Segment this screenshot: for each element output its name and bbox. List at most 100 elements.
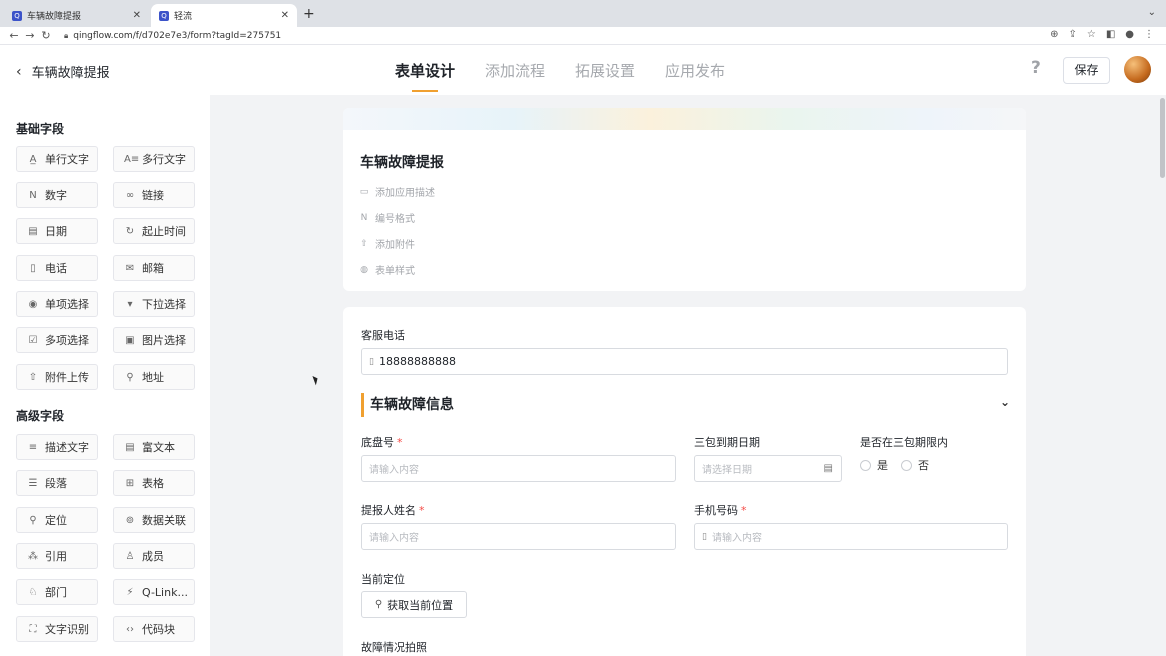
number-format-link[interactable]: N 编号格式 <box>359 210 415 226</box>
app-header: ‹ 车辆故障提报 表单设计 添加流程 拓展设置 应用发布 ? 保存 <box>0 45 1166 95</box>
form-title[interactable]: 车辆故障提报 <box>360 152 444 172</box>
field-email[interactable]: ✉ 邮箱 <box>113 255 195 281</box>
field-attachment[interactable]: ⇧ 附件上传 <box>16 364 98 390</box>
rich-text-icon: ▤ <box>125 441 135 453</box>
zoom-icon[interactable]: ⊕ <box>1050 29 1058 40</box>
field-multi-line-text[interactable]: A≡ 多行文字 <box>113 146 195 172</box>
url-field[interactable]: 🔒︎ qingflow.com/f/d702e7e3/form?tagId=27… <box>64 31 281 41</box>
scrollbar-thumb[interactable] <box>1160 98 1165 178</box>
tab-search-chevron-icon[interactable]: ⌄ <box>1148 7 1156 18</box>
mouse-cursor-icon <box>312 374 320 386</box>
browser-menu-icon[interactable]: ⋮ <box>1144 29 1154 40</box>
get-location-button[interactable]: ⚲ 获取当前位置 <box>361 591 467 618</box>
field-image-select[interactable]: ▣ 图片选择 <box>113 327 195 353</box>
bookmark-star-icon[interactable]: ☆ <box>1087 29 1096 40</box>
phone-input[interactable]: ▯ 请输入内容 <box>694 523 1008 550</box>
field-rich-text[interactable]: ▤ 富文本 <box>113 434 195 460</box>
browser-tab-strip: Q 车辆故障提报 ✕ Q 轻流 ✕ + ⌄ <box>0 0 1166 27</box>
field-label: 单行文字 <box>45 153 89 166</box>
single-line-text-icon: A̲ <box>29 153 37 165</box>
new-tab-icon[interactable]: + <box>303 6 315 22</box>
field-time-range[interactable]: ↻ 起止时间 <box>113 218 195 244</box>
field-table[interactable]: ⊞ 表格 <box>113 470 195 496</box>
field-date[interactable]: ▤ 日期 <box>16 218 98 244</box>
forward-arrow-icon[interactable]: → <box>22 29 38 42</box>
back-arrow-icon[interactable]: ← <box>6 29 22 42</box>
reporter-label-text: 提报人姓名 <box>361 504 416 517</box>
reporter-input[interactable]: 请输入内容 <box>361 523 676 550</box>
sidebar-panel-icon[interactable]: ◧ <box>1106 29 1115 40</box>
radio-yes[interactable]: 是 <box>860 457 888 473</box>
field-dropdown[interactable]: ▾ 下拉选择 <box>113 291 195 317</box>
radio-yes-label: 是 <box>877 459 888 472</box>
profile-icon[interactable]: ● <box>1125 29 1134 40</box>
add-attachment-link[interactable]: ⇧ 添加附件 <box>359 236 415 252</box>
required-mark: * <box>397 436 403 449</box>
get-location-label: 获取当前位置 <box>387 599 454 612</box>
required-mark: * <box>741 504 747 517</box>
back-to-app-link[interactable]: ‹ 车辆故障提报 <box>16 62 110 82</box>
field-q-link[interactable]: ⚡ Q-Link... <box>113 579 195 605</box>
field-single-line-text[interactable]: A̲ 单行文字 <box>16 146 98 172</box>
date-icon: ▤ <box>28 225 38 237</box>
field-link[interactable]: ∞ 链接 <box>113 182 195 208</box>
tab-app-publish[interactable]: 应用发布 <box>665 60 725 92</box>
field-label: 附件上传 <box>45 371 89 384</box>
field-location[interactable]: ⚲ 定位 <box>16 507 98 533</box>
field-label: 表格 <box>142 477 164 490</box>
field-single-choice[interactable]: ◉ 单项选择 <box>16 291 98 317</box>
field-member[interactable]: ♙ 成员 <box>113 543 195 569</box>
tab-form-design[interactable]: 表单设计 <box>395 60 455 92</box>
tab-add-workflow[interactable]: 添加流程 <box>485 60 545 92</box>
form-style-link[interactable]: ◍ 表单样式 <box>359 262 415 278</box>
upload-icon: ⇧ <box>28 371 38 383</box>
chassis-input[interactable]: 请输入内容 <box>361 455 676 482</box>
page-scrollbar[interactable] <box>1159 95 1166 656</box>
radio-no[interactable]: 否 <box>901 457 929 473</box>
add-description-label: 添加应用描述 <box>375 188 435 199</box>
service-phone-field[interactable]: ▯ 18888888888 <box>361 348 1008 375</box>
field-ocr[interactable]: ⛶ 文字识别 <box>16 616 98 642</box>
close-tab-icon[interactable]: ✕ <box>133 10 141 21</box>
reload-icon[interactable]: ↻ <box>38 29 54 42</box>
share-icon[interactable]: ⇪ <box>1068 29 1076 40</box>
browser-tab-active[interactable]: Q 轻流 ✕ <box>151 4 297 27</box>
field-label: 多行文字 <box>142 153 186 166</box>
field-department[interactable]: ♘ 部门 <box>16 579 98 605</box>
add-attachment-label: 添加附件 <box>375 240 415 251</box>
field-paragraph[interactable]: ☰ 段落 <box>16 470 98 496</box>
avatar[interactable] <box>1124 56 1151 83</box>
help-icon[interactable]: ? <box>1031 58 1041 78</box>
field-data-link[interactable]: ⊚ 数据关联 <box>113 507 195 533</box>
description-icon: ≡ <box>28 441 38 453</box>
table-icon: ⊞ <box>125 477 135 489</box>
section-title: 车辆故障信息 <box>361 393 454 417</box>
chassis-label-text: 底盘号 <box>361 436 394 449</box>
photo-label: 故障情况拍照 <box>361 641 427 654</box>
tab-extension-settings[interactable]: 拓展设置 <box>575 60 635 92</box>
warranty-date-placeholder: 请选择日期 <box>702 465 752 476</box>
qingflow-favicon-icon: Q <box>12 10 22 21</box>
field-description[interactable]: ≡ 描述文字 <box>16 434 98 460</box>
field-phone[interactable]: ▯ 电话 <box>16 255 98 281</box>
field-label: 电话 <box>45 262 67 275</box>
field-label: 段落 <box>45 477 67 490</box>
chevron-down-icon[interactable]: ⌄ <box>1000 395 1010 409</box>
field-multi-choice[interactable]: ☑ 多项选择 <box>16 327 98 353</box>
field-number[interactable]: N 数字 <box>16 182 98 208</box>
qingflow-favicon-icon: Q <box>159 10 169 21</box>
field-reference[interactable]: ⁂ 引用 <box>16 543 98 569</box>
save-button[interactable]: 保存 <box>1063 57 1110 84</box>
ocr-icon: ⛶ <box>29 623 37 635</box>
field-code-block[interactable]: ‹› 代码块 <box>113 616 195 642</box>
field-label: 单项选择 <box>45 298 89 311</box>
field-label: 富文本 <box>142 441 175 454</box>
field-address[interactable]: ⚲ 地址 <box>113 364 195 390</box>
reporter-label: 提报人姓名 * <box>361 502 425 518</box>
warranty-date-picker[interactable]: 请选择日期 ▤ <box>694 455 842 482</box>
browser-tab-inactive[interactable]: Q 车辆故障提报 ✕ <box>4 4 149 27</box>
add-description-link[interactable]: ▭ 添加应用描述 <box>359 184 435 200</box>
upload-icon: ⇧ <box>360 238 368 249</box>
close-tab-icon[interactable]: ✕ <box>281 10 289 21</box>
form-banner[interactable] <box>343 108 1026 130</box>
